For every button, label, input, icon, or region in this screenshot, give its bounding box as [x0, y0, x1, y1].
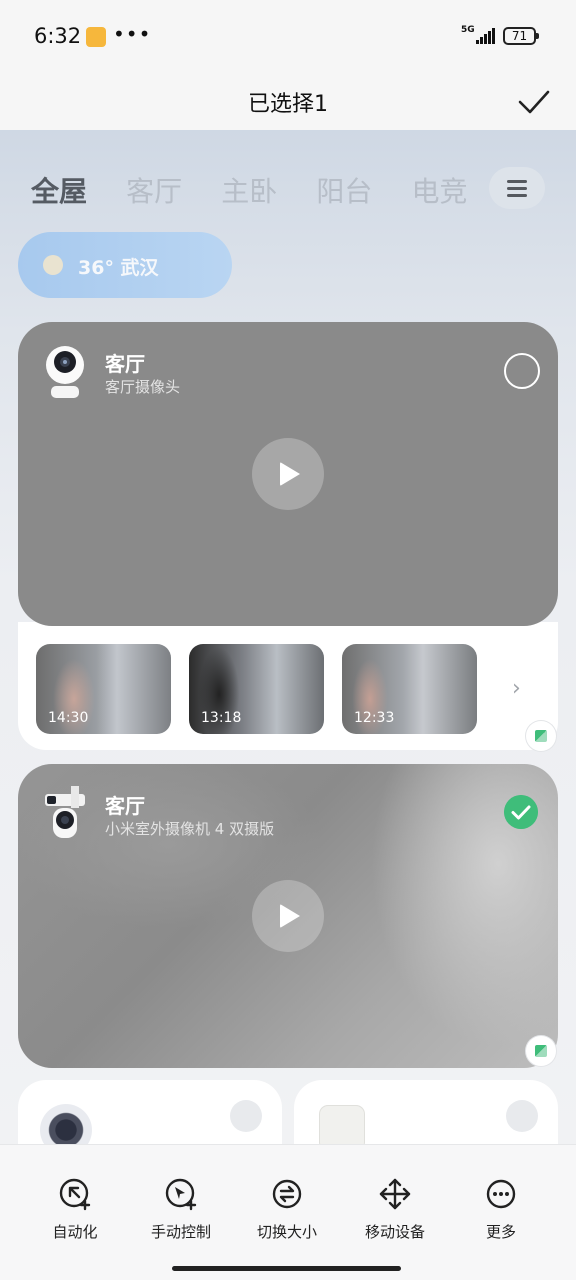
play-icon[interactable] — [252, 880, 324, 952]
title-bar: 已选择1 — [0, 72, 576, 130]
more-icon — [486, 1179, 516, 1209]
weather-pill[interactable]: 36° 武汉 — [18, 232, 232, 298]
indoor-camera-icon — [46, 346, 84, 398]
outdoor-camera-icon — [45, 786, 85, 838]
more-button[interactable]: 更多 — [446, 1177, 556, 1242]
hamburger-icon[interactable] — [489, 167, 545, 209]
manual-control-icon — [165, 1178, 197, 1211]
page-title: 已选择1 — [248, 92, 328, 117]
switch-size-label: 切换大小 — [256, 1223, 317, 1241]
manual-control-label: 手动控制 — [150, 1223, 211, 1241]
play-icon[interactable] — [252, 438, 324, 510]
camera-device-name: 客厅摄像头 — [105, 378, 181, 396]
room-tabs: 全屋 客厅 主卧 阳台 电竞 — [31, 170, 551, 210]
move-device-button[interactable]: 移动设备 — [340, 1177, 450, 1242]
clip-thumbnail[interactable]: 14:30 — [36, 644, 171, 734]
camera-device-name: 小米室外摄像机 4 双摄版 — [105, 820, 275, 838]
camera-card[interactable]: 客厅 小米室外摄像机 4 双摄版 — [18, 764, 558, 1068]
manual-control-button[interactable]: 手动控制 — [126, 1177, 236, 1242]
home-indicator[interactable] — [172, 1266, 401, 1271]
automation-icon — [59, 1178, 91, 1211]
sun-icon — [43, 255, 63, 275]
status-time: 6:32 — [34, 24, 82, 48]
tab-balcony[interactable]: 阳台 — [316, 170, 372, 210]
signal-icon — [476, 28, 496, 44]
select-checkbox[interactable] — [506, 1100, 538, 1132]
network-type: 5G — [461, 25, 475, 35]
chevron-right-icon[interactable]: › — [512, 676, 521, 701]
weather-text: 36° 武汉 — [78, 257, 159, 279]
clip-thumbnail[interactable]: 13:18 — [189, 644, 324, 734]
app-notification-icon — [86, 27, 106, 47]
clip-thumbnail[interactable]: 12:33 — [342, 644, 477, 734]
move-device-label: 移动设备 — [364, 1223, 425, 1241]
camera-room: 客厅 — [105, 352, 145, 376]
edit-card-icon[interactable] — [526, 721, 556, 751]
status-bar: 6:32 ••• 5G 71 — [0, 0, 576, 72]
camera-room: 客厅 — [105, 794, 145, 818]
more-label: 更多 — [485, 1223, 516, 1241]
select-checkbox[interactable] — [504, 353, 540, 389]
camera-card[interactable]: 客厅 客厅摄像头 — [18, 322, 558, 626]
automation-button[interactable]: 自动化 — [20, 1177, 130, 1242]
more-notifications-icon: ••• — [113, 22, 152, 46]
checkmark-icon[interactable] — [516, 84, 552, 120]
edit-card-icon[interactable] — [526, 1036, 556, 1066]
select-checkbox[interactable] — [230, 1100, 262, 1132]
clip-time: 13:18 — [201, 710, 242, 726]
battery-level: 71 — [503, 27, 539, 45]
move-device-icon — [379, 1178, 411, 1210]
switch-size-icon — [272, 1179, 302, 1209]
switch-size-button[interactable]: 切换大小 — [232, 1177, 342, 1242]
tab-gaming[interactable]: 电竞 — [411, 170, 467, 210]
bottom-action-bar: 自动化 手动控制 切换大小 移动设备 更多 — [0, 1144, 576, 1280]
tab-whole-house[interactable]: 全屋 — [31, 170, 87, 210]
tab-living-room[interactable]: 客厅 — [126, 170, 182, 210]
clip-time: 12:33 — [354, 710, 395, 726]
selected-check-icon[interactable] — [504, 795, 538, 829]
tab-master-bedroom[interactable]: 主卧 — [221, 170, 277, 210]
automation-label: 自动化 — [52, 1223, 98, 1241]
clip-time: 14:30 — [48, 710, 89, 726]
